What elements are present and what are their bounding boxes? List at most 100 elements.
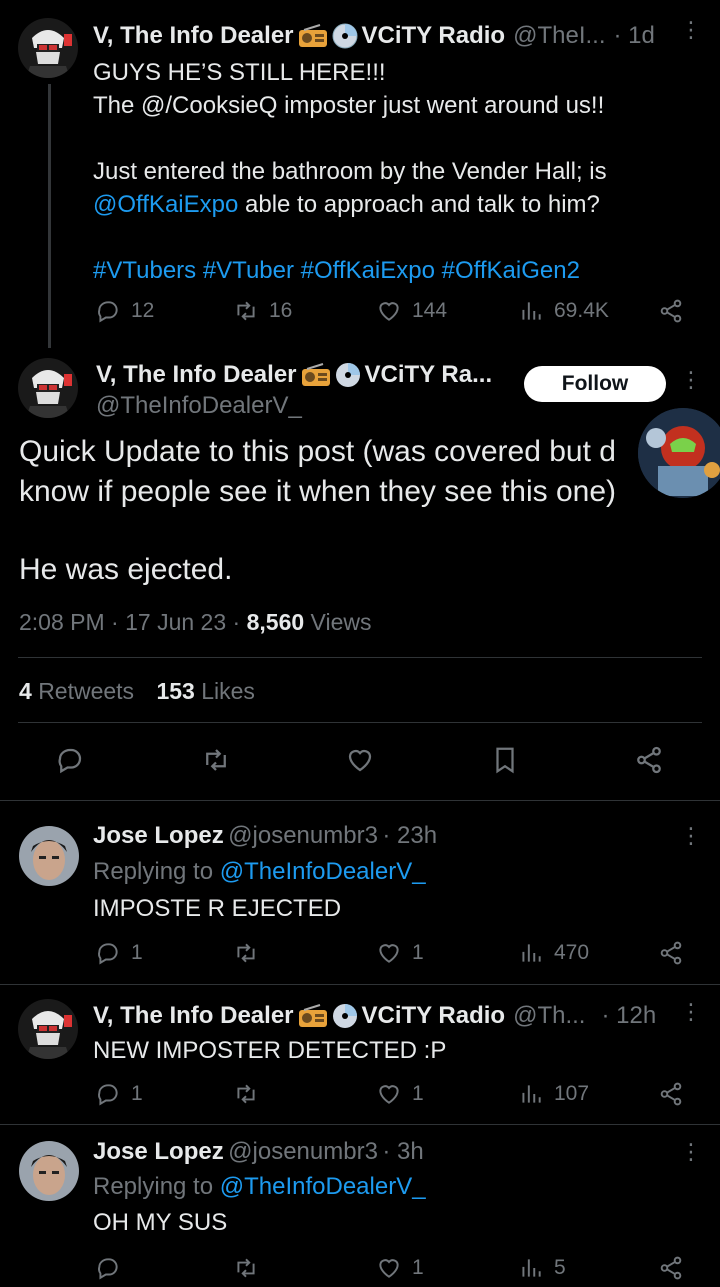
- like-button[interactable]: 144: [376, 298, 447, 324]
- author-name[interactable]: Jose Lopez: [93, 822, 224, 849]
- share-button[interactable]: [658, 1255, 684, 1281]
- more-options-icon[interactable]: ⋮: [680, 1141, 702, 1163]
- retweet-icon: [233, 940, 259, 966]
- tweet-text: IMPOSTE R EJECTED: [93, 895, 342, 922]
- text-fragment: able to approach and talk to him?: [238, 191, 600, 218]
- like-button[interactable]: 1: [376, 1081, 424, 1107]
- share-button[interactable]: [658, 940, 684, 966]
- reply-count: 1: [131, 941, 143, 964]
- timestamp[interactable]: · 1d: [613, 22, 654, 50]
- follow-button[interactable]: Follow: [524, 366, 666, 402]
- share-button[interactable]: [658, 298, 684, 324]
- divider: [18, 657, 702, 658]
- views-count: 470: [554, 941, 590, 964]
- share-icon: [658, 940, 684, 966]
- timestamp[interactable]: · 12h: [601, 1002, 656, 1030]
- reply-button[interactable]: 1: [95, 1081, 143, 1107]
- section-divider: [0, 1124, 720, 1125]
- reply-button[interactable]: [55, 745, 85, 775]
- avatar[interactable]: [19, 1141, 79, 1201]
- like-count: 1: [412, 941, 424, 964]
- reply-icon: [95, 940, 121, 966]
- retweet-button[interactable]: [233, 940, 269, 966]
- more-options-icon[interactable]: ⋮: [680, 1001, 702, 1023]
- likes-label: Likes: [201, 678, 255, 704]
- views-button[interactable]: 69.4K: [518, 298, 609, 324]
- like-count: 1: [412, 1082, 424, 1105]
- views-count: 107: [554, 1082, 590, 1105]
- retweet-button[interactable]: [233, 1255, 269, 1281]
- floating-avatar-bubble[interactable]: [638, 408, 720, 498]
- like-count: 144: [412, 299, 448, 322]
- reply-button[interactable]: [95, 1255, 131, 1281]
- views-icon: [518, 298, 544, 324]
- replying-to: Replying to @TheInfoDealerV_: [93, 855, 426, 888]
- reply-icon: [95, 1255, 121, 1281]
- mention-link[interactable]: @OffKaiExpo: [93, 191, 238, 218]
- handle[interactable]: @josenumbr3: [228, 1138, 378, 1165]
- timestamp[interactable]: · 3h: [382, 1138, 423, 1165]
- more-options-icon[interactable]: ⋮: [680, 19, 702, 41]
- share-button[interactable]: [634, 745, 664, 775]
- text-line: [93, 122, 607, 155]
- more-options-icon[interactable]: ⋮: [680, 369, 702, 391]
- retweet-button[interactable]: [201, 745, 231, 775]
- author-name[interactable]: Jose Lopez: [93, 1138, 224, 1165]
- retweet-button[interactable]: 16: [233, 298, 292, 324]
- avatar[interactable]: [19, 826, 79, 886]
- text-line: Just entered the bathroom by the Vender …: [93, 158, 607, 185]
- retweet-icon: [233, 298, 259, 324]
- author-name[interactable]: V, The Info Dealer: [93, 1002, 294, 1030]
- reply-icon: [95, 1081, 121, 1107]
- author-name[interactable]: V, The Info Dealer: [96, 361, 297, 389]
- handle[interactable]: @TheInfoDealerV_: [96, 392, 302, 420]
- views-icon: [518, 1081, 544, 1107]
- radio-emoji-icon: [298, 1004, 328, 1028]
- handle[interactable]: @josenumbr3: [228, 822, 378, 849]
- tweet-header: V, The Info Dealer VCiTY Ra...: [96, 361, 492, 389]
- radio-emoji-icon: [298, 24, 328, 48]
- handle[interactable]: @TheI...: [513, 22, 605, 50]
- tweet-text: GUYS HE’S STILL HERE!!! The @/CooksieQ i…: [93, 56, 607, 287]
- reply-button[interactable]: 1: [95, 940, 143, 966]
- share-icon: [658, 298, 684, 324]
- share-button[interactable]: [658, 1081, 684, 1107]
- views-count: 5: [554, 1256, 566, 1279]
- like-button[interactable]: 1: [376, 940, 424, 966]
- hashtags[interactable]: #VTubers #VTuber #OffKaiExpo #OffKaiGen2: [93, 254, 607, 287]
- text-line: GUYS HE’S STILL HERE!!!: [93, 59, 386, 86]
- views-icon: [518, 940, 544, 966]
- handle[interactable]: @Th...: [513, 1002, 585, 1030]
- share-icon: [658, 1081, 684, 1107]
- share-icon: [634, 745, 664, 775]
- more-options-icon[interactable]: ⋮: [680, 825, 702, 847]
- reply-count: 1: [131, 1082, 143, 1105]
- tweet-header: Jose Lopez @josenumbr3 · 23h: [93, 822, 437, 850]
- avatar[interactable]: [18, 358, 78, 418]
- views-button[interactable]: 470: [518, 940, 589, 966]
- retweets-count: 4: [19, 678, 32, 704]
- like-button[interactable]: 1: [376, 1255, 424, 1281]
- section-divider: [0, 800, 720, 801]
- retweet-button[interactable]: [233, 1081, 269, 1107]
- retweets-stat[interactable]: 4 Retweets: [19, 678, 134, 704]
- tweet-text: NEW IMPOSTER DETECTED :P: [93, 1037, 447, 1064]
- reply-button[interactable]: 12: [95, 298, 154, 324]
- text-line: @OffKaiExpo able to approach and talk to…: [93, 188, 607, 221]
- timestamp[interactable]: · 23h: [382, 822, 437, 849]
- views-button[interactable]: 5: [518, 1255, 566, 1281]
- likes-stat[interactable]: 153 Likes: [156, 678, 254, 704]
- section-divider: [0, 984, 720, 985]
- views-button[interactable]: 107: [518, 1081, 589, 1107]
- mention-link[interactable]: @TheInfoDealerV_: [220, 1173, 426, 1200]
- replying-prefix: Replying to: [93, 1173, 214, 1200]
- avatar[interactable]: [18, 18, 78, 78]
- author-name[interactable]: V, The Info Dealer: [93, 22, 294, 50]
- retweet-icon: [233, 1081, 259, 1107]
- tweet-date[interactable]: 17 Jun 23: [125, 609, 226, 635]
- mention-link[interactable]: @TheInfoDealerV_: [220, 858, 426, 885]
- avatar[interactable]: [18, 999, 78, 1059]
- like-button[interactable]: [345, 745, 375, 775]
- bookmark-button[interactable]: [490, 745, 520, 775]
- tweet-time[interactable]: 2:08 PM: [19, 609, 105, 635]
